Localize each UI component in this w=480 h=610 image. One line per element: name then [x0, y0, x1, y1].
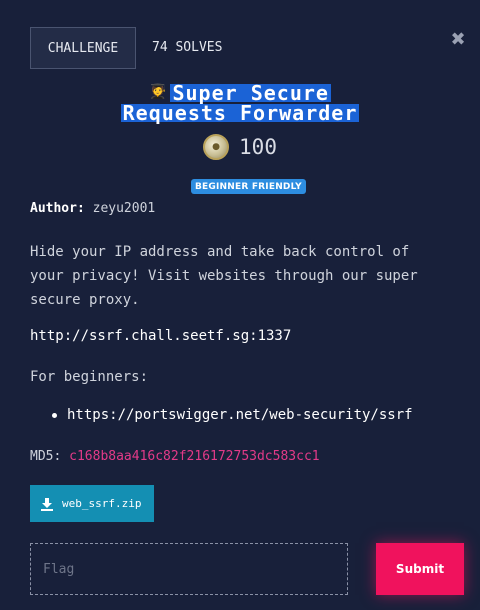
- author-label: Author:: [30, 201, 85, 216]
- coin-icon: ●: [203, 134, 230, 160]
- points: ● 100: [0, 134, 480, 160]
- beginner-link[interactable]: https://portswigger.net/web-security/ssr…: [67, 407, 413, 423]
- title-line-1: Super Secure: [170, 81, 331, 105]
- list-item[interactable]: https://portswigger.net/web-security/ssr…: [52, 407, 413, 423]
- download-button[interactable]: web_ssrf.zip: [30, 485, 154, 522]
- challenge-url[interactable]: http://ssrf.chall.seetf.sg:1337: [30, 328, 291, 344]
- beginner-badge: BEGINNER FRIENDLY: [191, 179, 306, 194]
- submit-button[interactable]: Submit: [376, 543, 464, 595]
- md5-label: MD5:: [30, 449, 62, 464]
- title-line-2: Requests Forwarder: [120, 101, 360, 125]
- download-file-name: web_ssrf.zip: [62, 497, 142, 510]
- beginner-links: https://portswigger.net/web-security/ssr…: [52, 407, 413, 423]
- flag-input[interactable]: [30, 543, 348, 595]
- points-value: 100: [239, 135, 277, 159]
- challenge-title: 🧑‍🎓 Super Secure Requests Forwarder: [0, 81, 480, 125]
- bullet-icon: [52, 412, 57, 418]
- beginners-label: For beginners:: [30, 369, 149, 385]
- md5-hash: c168b8aa416c82f216172753dc583cc1: [69, 449, 320, 464]
- challenge-description: Hide your IP address and take back contr…: [30, 244, 418, 308]
- md5-line: MD5: c168b8aa416c82f216172753dc583cc1: [30, 449, 320, 464]
- student-emoji-icon: 🧑‍🎓: [149, 84, 167, 100]
- close-icon[interactable]: ✖: [450, 31, 466, 49]
- author-name: zeyu2001: [92, 201, 156, 216]
- download-icon: [41, 497, 53, 511]
- tab-challenge[interactable]: CHALLENGE: [30, 27, 136, 69]
- solves-count[interactable]: 74 SOLVES: [152, 40, 222, 55]
- author-line: Author: zeyu2001: [30, 201, 155, 216]
